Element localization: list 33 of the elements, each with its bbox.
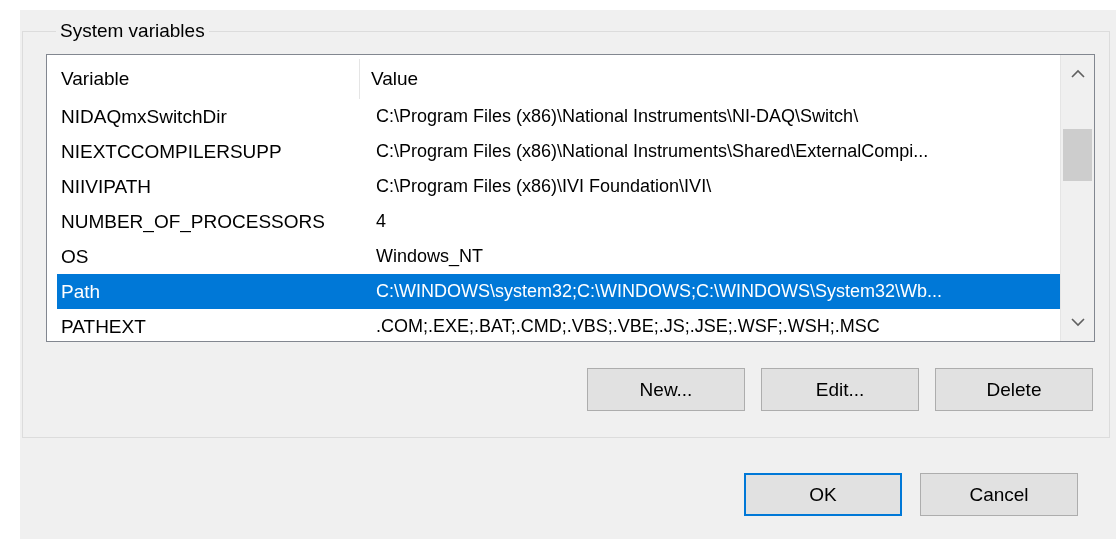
- variable-name: NIDAQmxSwitchDir: [60, 105, 228, 128]
- table-row[interactable]: OS Windows_NT: [57, 239, 1060, 274]
- variable-value: C:\WINDOWS\system32;C:\WINDOWS;C:\WINDOWS\System32\Wb...: [375, 281, 943, 302]
- variable-name: OS: [60, 245, 90, 268]
- scrollbar-thumb[interactable]: [1063, 129, 1092, 181]
- action-button[interactable]: Delete: [935, 368, 1093, 411]
- dialog-button[interactable]: Cancel: [920, 473, 1078, 516]
- scroll-down-icon[interactable]: [1070, 318, 1085, 327]
- variable-name: PATHEXT: [60, 315, 147, 338]
- group-title: System variables: [59, 20, 206, 42]
- variable-name: Path: [60, 280, 102, 303]
- variable-value: Windows_NT: [375, 246, 484, 267]
- table-row[interactable]: NUMBER_OF_PROCESSORS 4: [57, 204, 1060, 239]
- column-header[interactable]: Variable: [57, 59, 360, 99]
- variable-value: 4: [375, 211, 386, 232]
- scrollbar[interactable]: [1060, 55, 1094, 341]
- variable-name: NUMBER_OF_PROCESSORS: [60, 210, 326, 233]
- variable-value: .COM;.EXE;.BAT;.CMD;.VBS;.VBE;.JS;.JSE;.WSF;.WSH;.MSC: [375, 316, 880, 337]
- variable-value: C:\Program Files (x86)\IVI Foundation\IVI\: [375, 176, 712, 197]
- scroll-up-icon[interactable]: [1070, 69, 1085, 78]
- variable-value: C:\Program Files (x86)\National Instruments\NI-DAQ\Switch\: [375, 106, 859, 127]
- table-row[interactable]: NIEXTCCOMPILERSUPP C:\Program Files (x86)\National Instruments\Shared\ExternalCompi...: [57, 134, 1060, 169]
- variable-name: NIEXTCCOMPILERSUPP: [60, 140, 283, 163]
- table-row[interactable]: PATHEXT .COM;.EXE;.BAT;.CMD;.VBS;.VBE;.JS;.JSE;.WSF;.WSH;.MSC: [57, 309, 1060, 341]
- table-row[interactable]: NIDAQmxSwitchDir C:\Program Files (x86)\National Instruments\NI-DAQ\Switch\: [57, 99, 1060, 134]
- table-row[interactable]: NIIVIPATH C:\Program Files (x86)\IVI Foundation\IVI\: [57, 169, 1060, 204]
- variable-value: C:\Program Files (x86)\National Instruments\Shared\ExternalCompi...: [375, 141, 929, 162]
- table-row[interactable]: Path C:\WINDOWS\system32;C:\WINDOWS;C:\WINDOWS\System32\Wb...: [57, 274, 1060, 309]
- dialog-button[interactable]: OK: [744, 473, 902, 516]
- action-button[interactable]: Edit...: [761, 368, 919, 411]
- variable-name: NIIVIPATH: [60, 175, 153, 198]
- action-button[interactable]: New...: [587, 368, 745, 411]
- column-header[interactable]: Value: [360, 59, 1060, 99]
